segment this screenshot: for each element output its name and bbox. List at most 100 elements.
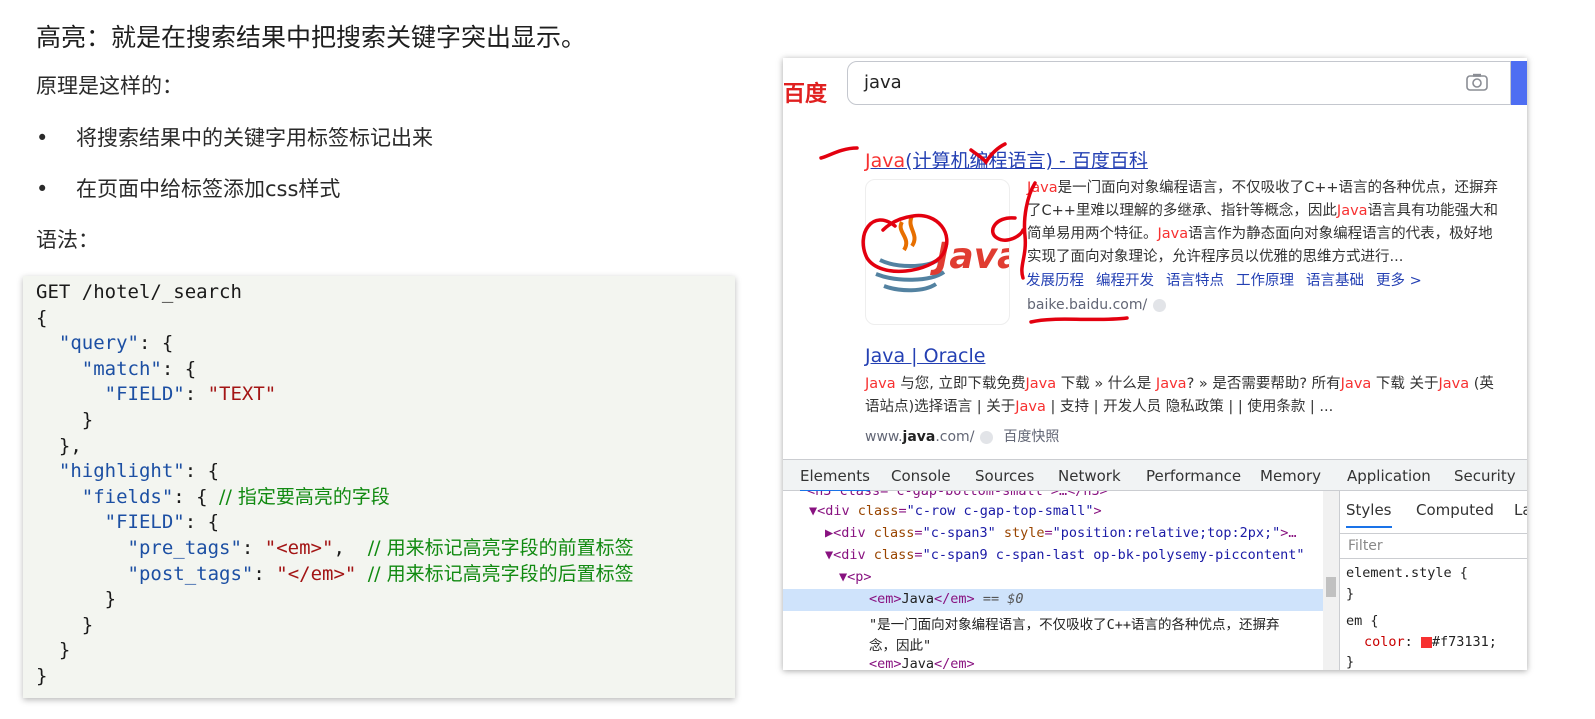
dom-scrollbar[interactable]	[1323, 491, 1339, 670]
tag: <em>	[869, 656, 902, 670]
tab-styles[interactable]: Styles	[1346, 501, 1392, 528]
thumb-text: Java	[930, 236, 1010, 277]
dom-text-node[interactable]: "是一门面向对象编程语言，不仅吸收了C++语言的各种优点，还摒弃	[869, 613, 1280, 633]
styles-pane: Styles Computed La Filter element.style …	[1339, 491, 1527, 670]
dom-node[interactable]: ▼<div class="c-row c-gap-top-small">	[809, 503, 1102, 519]
text-node: Java	[901, 591, 935, 607]
search-input[interactable]: java	[847, 61, 1511, 105]
console-ref: == $0	[982, 591, 1024, 607]
sublink[interactable]: 工作原理	[1236, 273, 1294, 289]
elements-dom-tree[interactable]: <h3 class="c-gap-bottom-small">…</h3> ▼<…	[783, 491, 1339, 670]
camera-icon[interactable]	[1466, 73, 1488, 91]
bullet-item: • 在页面中给标签添加css样式	[36, 173, 340, 203]
keyword-highlight: Java	[1155, 376, 1187, 392]
source-url: baike.baidu.com/	[1027, 297, 1148, 313]
style-rule-selector: em {	[1346, 613, 1379, 629]
attr-name: style	[1003, 525, 1045, 541]
color-swatch[interactable]	[1420, 636, 1432, 648]
dom-node[interactable]: <h3 class="c-gap-bottom-small">…</h3>	[807, 491, 1108, 499]
result-description-baike: Java是一门面向对象编程语言，不仅吸收了C++语言的各种优点，还摒弃了C++里…	[1027, 180, 1499, 265]
tab-performance[interactable]: Performance	[1146, 467, 1241, 485]
code-key-query: "query"	[58, 332, 139, 355]
result-title-oracle[interactable]: Java | Oracle	[865, 345, 985, 367]
styles-filter-input[interactable]: Filter	[1340, 533, 1527, 559]
syntax-label: 语法：	[36, 228, 99, 252]
scrollbar-thumb[interactable]	[1326, 577, 1336, 597]
attr-name: class	[873, 525, 915, 541]
tab-network[interactable]: Network	[1058, 467, 1121, 485]
attr-value: "c-span3"	[922, 525, 996, 541]
info-icon[interactable]	[980, 430, 994, 444]
browser-screenshot: 百度 java Java(计算机编程语言) - 百度百科 Java Java是一…	[783, 58, 1527, 670]
keyword-highlight: Java	[865, 376, 896, 392]
result-source-baike[interactable]: baike.baidu.com/	[1027, 297, 1167, 313]
sublink[interactable]: 语言基础	[1306, 273, 1364, 289]
source-suffix: .com/	[935, 429, 975, 445]
code-value-post-tag: "</em>"	[276, 562, 357, 585]
css-value: #f73131;	[1431, 634, 1497, 650]
result-description-oracle: Java 与您, 立即下载免费Java 下载 » 什么是 Java? » 是否需…	[865, 376, 1494, 415]
source-bold: java	[902, 429, 936, 445]
code-comment-pre-tags: // 用来标记高亮字段的前置标签	[367, 536, 634, 559]
code-comment-fields: // 指定要高亮的字段	[219, 485, 390, 508]
result-sublinks: 发展历程 编程开发 语言特点 工作原理 语言基础 更多 >	[1026, 269, 1434, 290]
bullet-text: 将搜索结果中的关键字用标签标记出来	[76, 126, 433, 150]
dom-node[interactable]: ▶<div class="c-span3" style="position:re…	[825, 525, 1296, 541]
tab-sources[interactable]: Sources	[975, 467, 1034, 485]
code-key-post-tags: "post_tags"	[127, 562, 254, 585]
dom-node[interactable]: <em>Java</em>	[869, 656, 975, 670]
code-key-pre-tags: "pre_tags"	[127, 536, 242, 559]
sublink[interactable]: 编程开发	[1096, 273, 1154, 289]
java-logo-thumbnail[interactable]: Java	[865, 179, 1010, 325]
tag: </em>	[934, 656, 975, 670]
tab-console[interactable]: Console	[891, 467, 951, 485]
bullet-text: 在页面中给标签添加css样式	[76, 177, 341, 201]
text-node: Java	[901, 656, 935, 670]
tab-memory[interactable]: Memory	[1260, 467, 1321, 485]
keyword-highlight: Java	[1336, 203, 1368, 219]
code-block: GET /hotel/_search { "query": { "match":…	[36, 281, 634, 687]
tab-application[interactable]: Application	[1347, 467, 1431, 485]
sublink[interactable]: 发展历程	[1026, 273, 1084, 289]
style-rule-selector: element.style {	[1346, 565, 1468, 581]
slide-title: 高亮：就是在搜索结果中把搜索关键字突出显示。	[36, 23, 587, 52]
keyword-highlight: Java	[1015, 399, 1046, 415]
code-comment-post-tags: // 用来标记高亮字段的后置标签	[367, 562, 634, 585]
source-prefix: www.	[865, 429, 903, 445]
result-source-oracle[interactable]: www.java.com/百度快照	[865, 426, 1059, 446]
attr-value: "position:relative;top:2px;"	[1052, 525, 1281, 541]
snapshot-link[interactable]: 百度快照	[1003, 429, 1059, 445]
tab-elements[interactable]: Elements	[800, 467, 870, 492]
tag: <div	[817, 503, 850, 519]
info-icon[interactable]	[1153, 298, 1167, 312]
dom-node[interactable]: ▼<div class="c-span9 c-span-last op-bk-p…	[825, 547, 1305, 563]
style-rule-close: }	[1346, 586, 1355, 602]
bullet-item: • 将搜索结果中的关键字用标签标记出来	[36, 122, 433, 152]
code-key-field: "FIELD"	[104, 383, 185, 406]
attr-name: class	[873, 547, 915, 563]
tab-computed[interactable]: Computed	[1416, 501, 1494, 519]
code-key-highlight: "highlight"	[58, 460, 185, 483]
attr-value: "c-row c-gap-top-small"	[906, 503, 1094, 519]
code-panel: GET /hotel/_search { "query": { "match":…	[23, 276, 735, 698]
dom-node-selected[interactable]: <em>Java</em> == $0	[869, 591, 1023, 607]
tab-layout[interactable]: La	[1514, 501, 1527, 519]
code-value-text: "TEXT"	[207, 383, 277, 406]
style-rule-close: }	[1346, 654, 1355, 670]
title-highlight: Java	[865, 150, 906, 172]
sublink-more[interactable]: 更多 >	[1376, 273, 1422, 289]
sublink[interactable]: 语言特点	[1166, 273, 1224, 289]
dom-text-node[interactable]: 念，因此"	[869, 634, 931, 654]
bullet-dot: •	[36, 177, 49, 201]
code-key-fields: "fields"	[81, 485, 174, 508]
search-button[interactable]	[1511, 61, 1527, 105]
keyword-highlight: Java	[1438, 376, 1470, 392]
keyword-highlight: Java	[1157, 226, 1189, 242]
code-key-field: "FIELD"	[104, 511, 185, 534]
keyword-highlight: Java	[1340, 376, 1372, 392]
dom-node[interactable]: ▼<p>	[839, 569, 872, 585]
baidu-logo: 百度	[783, 82, 828, 107]
tab-security[interactable]: Security	[1454, 467, 1516, 485]
result-title-baike[interactable]: Java(计算机编程语言) - 百度百科	[865, 146, 1148, 173]
style-declaration[interactable]: color: #f73131;	[1364, 634, 1497, 650]
